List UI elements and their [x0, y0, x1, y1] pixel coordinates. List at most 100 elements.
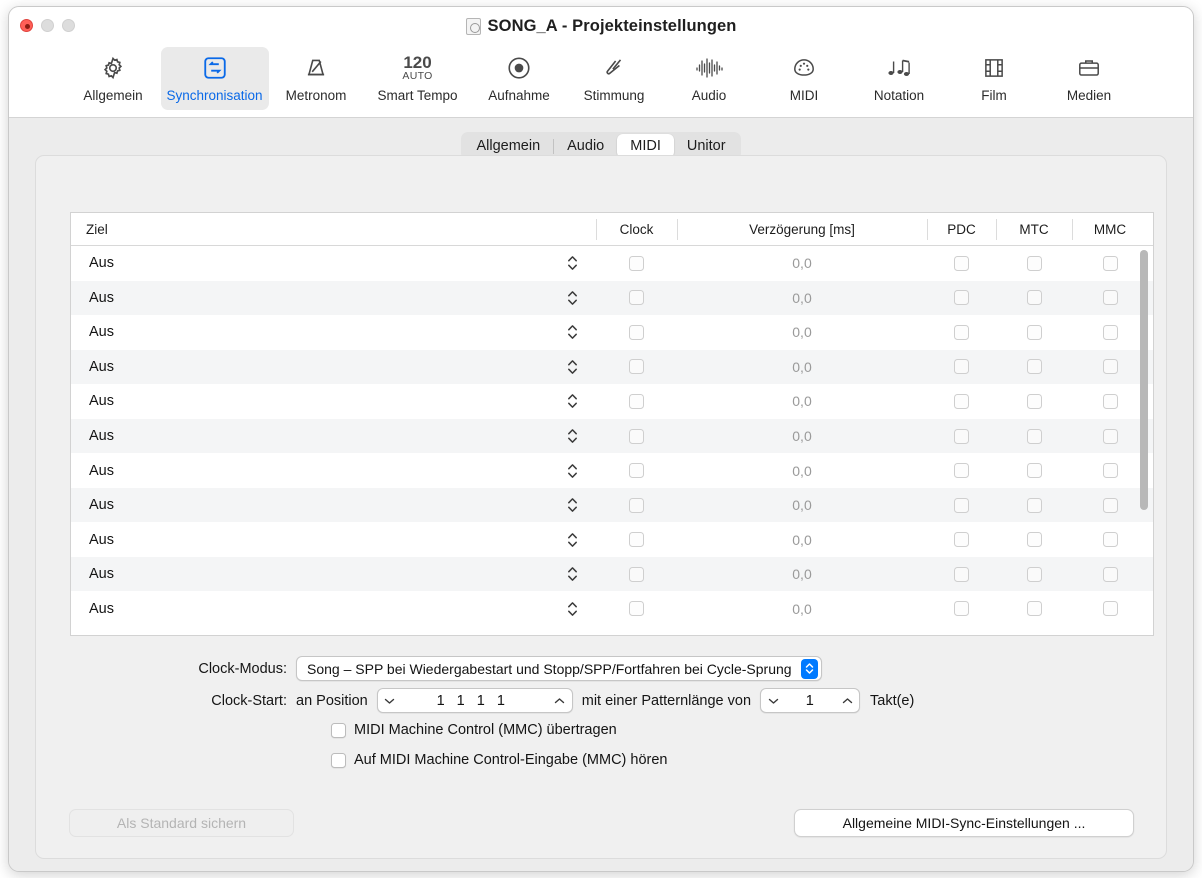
table-row[interactable]: Aus 0,0 — [71, 315, 1153, 350]
chevron-down-icon[interactable] — [378, 697, 402, 705]
ziel-stepper[interactable] — [567, 358, 578, 375]
clock-checkbox[interactable] — [629, 463, 644, 479]
mtc-checkbox[interactable] — [1026, 497, 1042, 513]
mtc-checkbox[interactable] — [1026, 393, 1042, 409]
cell-ziel[interactable]: Aus — [71, 497, 596, 513]
cell-delay[interactable]: 0,0 — [677, 497, 927, 513]
table-row[interactable]: Aus 0,0 — [71, 487, 1153, 523]
mtc-checkbox[interactable] — [1026, 601, 1042, 617]
table-row[interactable]: Aus 0,0 — [71, 556, 1153, 592]
mtc-checkbox[interactable] — [1026, 566, 1042, 582]
pdc-checkbox[interactable] — [954, 359, 969, 375]
cell-ziel[interactable]: Aus — [71, 324, 596, 340]
clock-checkbox[interactable] — [629, 393, 644, 409]
cell-delay[interactable]: 0,0 — [677, 428, 927, 444]
clock-checkbox[interactable] — [629, 359, 644, 375]
pdc-checkbox[interactable] — [954, 463, 969, 479]
cell-ziel[interactable]: Aus — [71, 255, 596, 271]
ziel-stepper[interactable] — [567, 462, 578, 479]
toolbar-item-midi[interactable]: MIDI — [757, 47, 852, 110]
ziel-stepper[interactable] — [567, 255, 578, 272]
mtc-checkbox[interactable] — [1026, 463, 1042, 479]
pdc-checkbox[interactable] — [954, 393, 969, 409]
toolbar-item-allgemein[interactable]: Allgemein — [66, 47, 161, 110]
pdc-checkbox[interactable] — [954, 601, 969, 617]
pdc-checkbox[interactable] — [954, 566, 969, 582]
toolbar-item-synchronisation[interactable]: Synchronisation — [160, 47, 269, 110]
cell-ziel[interactable]: Aus — [71, 532, 596, 548]
table-row[interactable]: Aus 0,0 — [71, 522, 1153, 557]
pdc-checkbox[interactable] — [954, 324, 969, 340]
table-row[interactable]: Aus 0,0 — [71, 591, 1153, 627]
mmc-checkbox[interactable] — [1102, 463, 1118, 479]
mmc-checkbox[interactable] — [1102, 428, 1118, 444]
table-row[interactable]: Aus 0,0 — [71, 280, 1153, 316]
clock-checkbox[interactable] — [629, 324, 644, 340]
mmc-checkbox[interactable] — [1102, 532, 1118, 548]
clock-checkbox[interactable] — [629, 428, 644, 444]
chevron-up-icon[interactable] — [548, 697, 572, 705]
mmc-checkbox[interactable] — [1102, 601, 1118, 617]
mtc-checkbox[interactable] — [1026, 359, 1042, 375]
ziel-stepper[interactable] — [567, 497, 578, 514]
clock-checkbox[interactable] — [629, 532, 644, 548]
mmc-checkbox[interactable] — [1102, 255, 1118, 271]
general-midi-sync-settings-button[interactable]: Allgemeine MIDI-Sync-Einstellungen ... — [794, 809, 1134, 837]
pattern-length-stepper[interactable]: 1 — [760, 688, 861, 713]
mmc-send-checkbox[interactable] — [331, 722, 346, 738]
toolbar-item-notation[interactable]: Notation — [852, 47, 947, 110]
clock-checkbox[interactable] — [629, 497, 644, 513]
toolbar-item-stimmung[interactable]: Stimmung — [567, 47, 662, 110]
zoom-button[interactable] — [62, 19, 75, 32]
toolbar-item-medien[interactable]: Medien — [1042, 47, 1137, 110]
cell-ziel[interactable]: Aus — [71, 566, 596, 582]
toolbar-item-metronom[interactable]: Metronom — [269, 47, 364, 110]
pdc-checkbox[interactable] — [954, 497, 969, 513]
ziel-stepper[interactable] — [567, 600, 578, 617]
ziel-stepper[interactable] — [567, 531, 578, 548]
ziel-stepper[interactable] — [567, 566, 578, 583]
cell-delay[interactable]: 0,0 — [677, 463, 927, 479]
mmc-checkbox[interactable] — [1102, 359, 1118, 375]
cell-delay[interactable]: 0,0 — [677, 532, 927, 548]
cell-delay[interactable]: 0,0 — [677, 359, 927, 375]
cell-ziel[interactable]: Aus — [71, 359, 596, 375]
mmc-checkbox[interactable] — [1102, 497, 1118, 513]
table-scrollbar[interactable] — [1137, 247, 1151, 633]
cell-ziel[interactable]: Aus — [71, 428, 596, 444]
cell-delay[interactable]: 0,0 — [677, 566, 927, 582]
mtc-checkbox[interactable] — [1026, 290, 1042, 306]
ziel-stepper[interactable] — [567, 428, 578, 445]
mtc-checkbox[interactable] — [1026, 324, 1042, 340]
table-row[interactable]: Aus 0,0 — [71, 418, 1153, 454]
cell-delay[interactable]: 0,0 — [677, 324, 927, 340]
clock-checkbox[interactable] — [629, 290, 644, 306]
cell-ziel[interactable]: Aus — [71, 463, 596, 479]
chevron-down-icon[interactable] — [761, 697, 785, 705]
mmc-checkbox[interactable] — [1102, 290, 1118, 306]
table-row[interactable]: Aus 0,0 — [71, 349, 1153, 385]
cell-ziel[interactable]: Aus — [71, 393, 596, 409]
toolbar-item-aufnahme[interactable]: Aufnahme — [472, 47, 567, 110]
position-stepper[interactable]: 1 1 1 1 — [376, 688, 573, 713]
mmc-send-row[interactable]: MIDI Machine Control (MMC) übertragen — [331, 722, 1166, 738]
cell-delay[interactable]: 0,0 — [677, 290, 927, 306]
minimize-button[interactable] — [41, 19, 54, 32]
pdc-checkbox[interactable] — [954, 532, 969, 548]
save-as-default-button[interactable]: Als Standard sichern — [69, 809, 294, 837]
clock-modus-popup[interactable]: Song – SPP bei Wiedergabestart und Stopp… — [296, 656, 822, 681]
mmc-listen-checkbox[interactable] — [331, 752, 346, 768]
mmc-listen-row[interactable]: Auf MIDI Machine Control-Eingabe (MMC) h… — [331, 752, 1166, 768]
ziel-stepper[interactable] — [567, 289, 578, 306]
cell-ziel[interactable]: Aus — [71, 290, 596, 306]
pdc-checkbox[interactable] — [954, 255, 969, 271]
ziel-stepper[interactable] — [567, 324, 578, 341]
mtc-checkbox[interactable] — [1026, 255, 1042, 271]
cell-delay[interactable]: 0,0 — [677, 255, 927, 271]
cell-delay[interactable]: 0,0 — [677, 393, 927, 409]
close-button[interactable] — [20, 19, 33, 32]
table-row[interactable]: Aus 0,0 — [71, 453, 1153, 488]
pdc-checkbox[interactable] — [954, 428, 969, 444]
toolbar-item-audio[interactable]: Audio — [662, 47, 757, 110]
toolbar-item-smart-tempo[interactable]: 120 AUTO Smart Tempo — [364, 47, 472, 110]
